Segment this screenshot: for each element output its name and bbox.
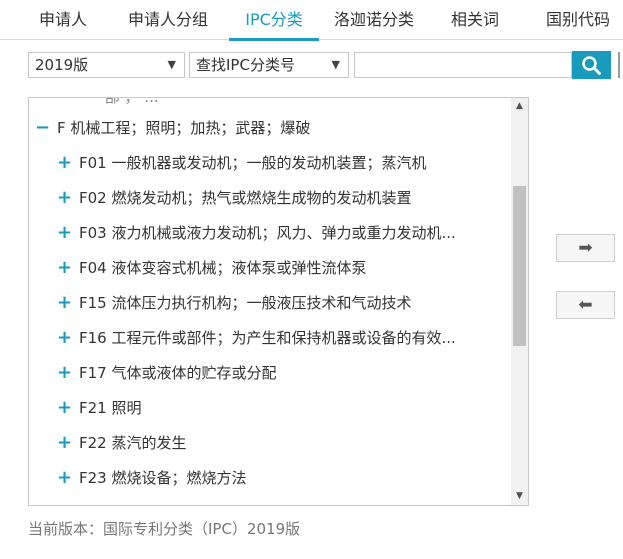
arrow-right-icon: ➡ — [578, 238, 593, 257]
add-to-selection-button[interactable]: ➡ — [556, 234, 615, 262]
search-input[interactable] — [354, 52, 572, 78]
tab-country-code[interactable]: 国别代码 — [540, 0, 616, 40]
ipc-tree-panel[interactable]: 一 部 ， ... − F 机械工程；照明；加热；武器；爆破 + F01 一般机器或… — [28, 97, 529, 506]
expand-icon[interactable]: + — [57, 327, 72, 349]
expand-icon[interactable]: + — [57, 257, 72, 279]
expand-icon[interactable]: + — [57, 467, 72, 489]
scroll-thumb[interactable] — [513, 186, 526, 346]
tab-bar: 申请人 申请人分组 IPC分类 洛迦诺分类 相关词 国别代码 — [0, 0, 623, 41]
tree-item-f21[interactable]: + F21 照明 — [57, 397, 141, 419]
tab-applicant[interactable]: 申请人 — [33, 0, 93, 40]
tree-scrollbar[interactable]: ▲ ▼ — [511, 98, 528, 505]
chevron-down-icon: ▼ — [331, 58, 340, 71]
tree-item-f16[interactable]: + F16 工程元件或部件；为产生和保持机器或设备的有效... — [57, 327, 456, 349]
scroll-up-icon[interactable]: ▲ — [511, 98, 528, 115]
expand-icon[interactable]: + — [57, 292, 72, 314]
version-select-value: 2019版 — [35, 56, 89, 74]
tree-item-label: F16 工程元件或部件；为产生和保持机器或设备的有效... — [79, 329, 456, 347]
tree-item-f02[interactable]: + F02 燃烧发动机；热气或燃烧生成物的发动机装置 — [57, 187, 412, 209]
tree-item-f01[interactable]: + F01 一般机器或发动机；一般的发动机装置；蒸汽机 — [57, 152, 427, 174]
search-icon — [582, 56, 601, 75]
tree-item-f03[interactable]: + F03 液力机械或液力发动机；风力、弹力或重力发动机... — [57, 222, 456, 244]
tree-item-label: F04 液体变容式机械；液体泵或弹性流体泵 — [79, 259, 367, 277]
current-version-note: 当前版本：国际专利分类（IPC）2019版 — [28, 520, 301, 538]
tab-applicant-group[interactable]: 申请人分组 — [122, 0, 214, 40]
find-mode-select-value: 查找IPC分类号 — [196, 56, 295, 74]
tree-item-label: F 机械工程；照明；加热；武器；爆破 — [57, 119, 311, 137]
remove-from-selection-button[interactable]: ⬅ — [556, 291, 615, 319]
tab-ipc[interactable]: IPC分类 — [229, 0, 319, 41]
scroll-down-icon[interactable]: ▼ — [511, 488, 528, 505]
expand-icon[interactable]: + — [57, 432, 72, 454]
expand-icon[interactable]: + — [57, 187, 72, 209]
arrow-left-icon: ⬅ — [578, 295, 593, 314]
tree-item-clipped[interactable]: 一 部 ， ... — [85, 98, 159, 106]
tree-item-label: F01 一般机器或发动机；一般的发动机装置；蒸汽机 — [79, 154, 427, 172]
tree-item-label: F17 气体或液体的贮存或分配 — [79, 364, 277, 382]
tree-item-label: F02 燃烧发动机；热气或燃烧生成物的发动机装置 — [79, 189, 412, 207]
expand-icon[interactable]: + — [57, 397, 72, 419]
collapse-icon[interactable]: − — [35, 117, 50, 139]
tree-item-f22[interactable]: + F22 蒸汽的发生 — [57, 432, 186, 454]
expand-icon[interactable]: + — [57, 222, 72, 244]
tree-item-f15[interactable]: + F15 流体压力执行机构；一般液压技术和气动技术 — [57, 292, 412, 314]
chevron-down-icon: ▼ — [167, 58, 176, 71]
tree-item-f23[interactable]: + F23 燃烧设备；燃烧方法 — [57, 467, 246, 489]
version-select[interactable]: 2019版 ▼ — [28, 52, 185, 78]
search-button[interactable] — [572, 51, 611, 79]
tree-item-label: F03 液力机械或液力发动机；风力、弹力或重力发动机... — [79, 224, 456, 242]
tree-item-f17[interactable]: + F17 气体或液体的贮存或分配 — [57, 362, 276, 384]
tree-item-f04[interactable]: + F04 液体变容式机械；液体泵或弹性流体泵 — [57, 257, 367, 279]
tree-item-label: F22 蒸汽的发生 — [79, 434, 187, 452]
tree-item-f[interactable]: − F 机械工程；照明；加热；武器；爆破 — [35, 117, 310, 139]
tab-related-words[interactable]: 相关词 — [445, 0, 505, 40]
tree-item-label: F21 照明 — [79, 399, 142, 417]
toolbar-divider — [618, 52, 620, 78]
tree-item-label: F23 燃烧设备；燃烧方法 — [79, 469, 247, 487]
expand-icon[interactable]: + — [57, 152, 72, 174]
tree-item-label: F15 流体压力执行机构；一般液压技术和气动技术 — [79, 294, 412, 312]
find-mode-select[interactable]: 查找IPC分类号 ▼ — [189, 52, 349, 78]
tab-locarno[interactable]: 洛迦诺分类 — [328, 0, 420, 40]
expand-icon[interactable]: + — [57, 362, 72, 384]
